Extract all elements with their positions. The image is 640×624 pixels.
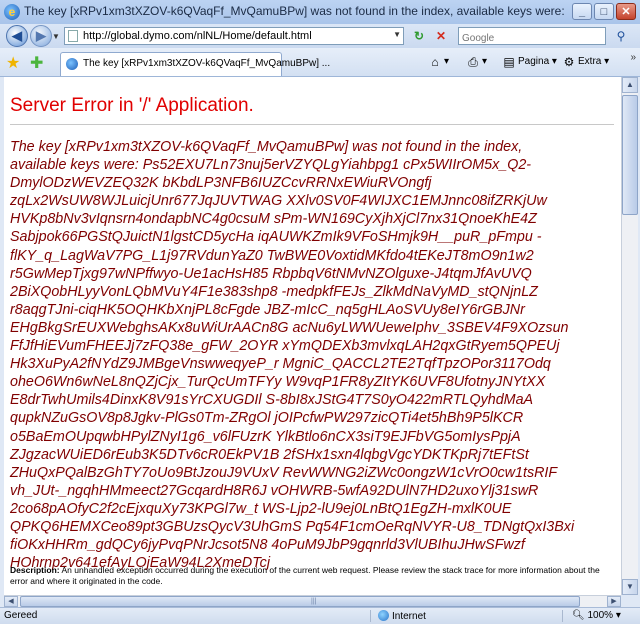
refresh-icon[interactable]: ↻ <box>410 28 428 44</box>
error-message-line: DmylODzWEVZEQ32K bKbdLP3NFB6IUZCcvRRNxEW… <box>10 175 432 192</box>
status-separator <box>562 610 563 622</box>
title-bar: e The key [xRPv1xm3tXZOV-k6QVaqFf_MvQamu… <box>0 0 640 25</box>
zone-label: Internet <box>392 611 426 622</box>
error-message-line: EHgBkgSrEUXWebghsAKx8uWiUrAACn8G acNu6yL… <box>10 319 569 336</box>
scroll-left-arrow-icon[interactable]: ◀ <box>4 596 18 607</box>
security-zone[interactable]: Internet <box>378 610 426 622</box>
scroll-down-arrow-icon[interactable]: ▼ <box>622 579 638 595</box>
history-dropdown-icon[interactable]: ▼ <box>52 32 60 41</box>
search-input[interactable] <box>462 31 602 46</box>
forward-button[interactable]: ▶ <box>30 25 52 47</box>
error-message-line: FfJfHiEVumFHEEJj7zFQ38e_gFW_2OYR xYmQDEX… <box>10 338 560 355</box>
error-message-line: ZJgzacWUiED6rEub3K5DTv6cR0EkPV1B 2fSHx1s… <box>10 446 529 463</box>
status-bar: Gereed Internet 🔍︎ 100% ▾ <box>0 607 640 624</box>
page-icon: ▤ <box>503 55 515 69</box>
status-text: Gereed <box>4 610 38 621</box>
back-button[interactable]: ◀ <box>6 25 28 47</box>
error-message-line: qupkNZuGsOV8p8Jgkv-PlGs0Tm-ZRgOl jOIPcfw… <box>10 410 524 427</box>
error-message-line: r5GwMepTjxg97wNPffwyo-Ue1acHsH85 RbpbqV6… <box>10 265 532 282</box>
divider <box>10 124 614 125</box>
zoom-icon: 🔍︎ <box>572 610 585 621</box>
error-message-line: r8aqgTJni-ciqHK5OQHKbXnjPL8cFgde JBZ-mIc… <box>10 301 525 318</box>
error-message-line: Hk3XuPyA2fNYdZ9JMBgeVnswweqyeP_r MgniC_Q… <box>10 356 551 373</box>
minimize-button[interactable]: _ <box>572 3 592 20</box>
vertical-scrollbar[interactable]: ▲ ▼ <box>621 77 638 595</box>
back-arrow-icon: ◀ <box>12 28 22 43</box>
page-title: Server Error in '/' Application. <box>10 95 254 116</box>
error-message-line: available keys were: Ps52EXU7Ln73nuj5erV… <box>10 157 532 174</box>
error-message-line: HVKp8bNv3vIqnsrn4ondapbNC4g0csuM sPm-WN1… <box>10 211 537 228</box>
error-message-line: o5BaEmOUpqwbHPylZNyI1g6_v6lFUzrK YlkBtlo… <box>10 428 521 445</box>
window-title: The key [xRPv1xm3tXZOV-k6QVaqFf_MvQamuBP… <box>24 4 564 18</box>
error-description: Description: An unhandled exception occu… <box>10 565 618 587</box>
command-bar: ★ ✚ The key [xRPv1xm3tXZOV-k6QVaqFf_MvQa… <box>0 48 640 77</box>
url-field[interactable]: http://global.dymo.com/nlNL/Home/default… <box>64 27 404 45</box>
home-icon: ⌂ <box>431 55 439 69</box>
forward-arrow-icon: ▶ <box>36 28 46 43</box>
error-message-line: QPKQ6HEMXCeo89pt3GBUzsQycV3UhGmS Pq54F1c… <box>10 518 575 535</box>
status-separator <box>370 610 371 622</box>
search-icon[interactable]: ⚲ <box>610 27 632 45</box>
page-icon <box>68 30 78 42</box>
description-label: Description: <box>10 565 60 575</box>
tab-ie-icon <box>66 58 78 70</box>
error-message-line: 2BiXQobHLyyVonLQbMVuY4F1e383shp8 -medpkf… <box>10 283 538 300</box>
chevron-more-icon[interactable]: » <box>630 52 636 63</box>
gear-icon: ⚙ <box>563 55 575 69</box>
error-message-line: fiOKxHHRm_gdQCy6jyPvqPNrJcsot5N8 4oPuM9J… <box>10 537 525 554</box>
printer-icon: ⎙ <box>468 55 478 69</box>
page-content: Server Error in '/' Application. The key… <box>4 77 621 595</box>
url-dropdown-icon[interactable]: ▼ <box>393 30 401 39</box>
error-message-line: 2co68pAOfyC2f2cEjxquXy73KPGl7w_t WS-Ljp2… <box>10 500 512 517</box>
close-button[interactable]: ✕ <box>616 3 636 20</box>
scroll-right-arrow-icon[interactable]: ▶ <box>607 596 621 607</box>
ie-logo-icon: e <box>4 4 20 20</box>
error-message-line: zqLx2WsUW8WJLuicjUnr677JqJUVTWAG XXlv0SV… <box>10 193 547 210</box>
search-box <box>458 27 606 46</box>
tools-menu-button[interactable]: ⚙ Extra ▾ <box>562 55 610 69</box>
tab-active[interactable]: The key [xRPv1xm3tXZOV-k6QVaqFf_MvQamuBP… <box>60 52 330 76</box>
stop-icon[interactable]: ✕ <box>432 28 450 44</box>
error-message-line: flKY_q_LagWaV7PG_L1j97RVdunYaZ0 TwBWE0Vo… <box>10 247 534 264</box>
zoom-control[interactable]: 🔍︎ 100% ▾ <box>572 610 621 621</box>
description-text: An unhandled exception occurred during t… <box>10 565 600 586</box>
favorites-star-icon[interactable]: ★ <box>6 53 20 73</box>
globe-icon <box>378 610 389 621</box>
zoom-level: 100% <box>587 610 614 621</box>
page-menu-label: Pagina <box>518 56 550 67</box>
add-favorite-icon[interactable]: ✚ <box>30 53 43 73</box>
error-message-line: oheO6Wn6wNeL8nQZjCjx_TurQcUmTFYy W9vqP1F… <box>10 374 546 391</box>
print-button[interactable]: ⎙ ▾ <box>466 56 487 68</box>
error-message-line: vh_JUt-_ngqhHMmeect27GcqardH8R6J vOHWRB-… <box>10 482 539 499</box>
home-button[interactable]: ⌂ ▾ <box>428 56 449 68</box>
error-message-line: The key [xRPv1xm3tXZOV-k6QVaqFf_MvQamuBP… <box>10 139 523 155</box>
address-bar: ◀ ▶ ▼ http://global.dymo.com/nlNL/Home/d… <box>0 24 640 48</box>
horizontal-scroll-thumb[interactable]: ||| <box>20 596 580 607</box>
error-message-line: Sabjpok66PGStQJuictN1lgstCD5ycHa iqAUWKZ… <box>10 229 542 246</box>
tab-label: The key [xRPv1xm3tXZOV-k6QVaqFf_MvQamuBP… <box>83 58 331 69</box>
scroll-grip-icon: ||| <box>311 598 317 605</box>
scroll-up-arrow-icon[interactable]: ▲ <box>622 77 638 93</box>
error-message: The key [xRPv1xm3tXZOV-k6QVaqFf_MvQamuBP… <box>10 138 618 572</box>
error-message-line: ZHuQxPQalBzGhTY7oUo9BtJzouJ9VUxV RevWWNG… <box>10 464 558 481</box>
error-message-line: E8drTwhUmils4DinxK8V91sYrCXUGDIl S-8bI8x… <box>10 392 534 409</box>
tools-menu-label: Extra <box>578 56 602 67</box>
url-text: http://global.dymo.com/nlNL/Home/default… <box>83 30 312 42</box>
maximize-button[interactable]: □ <box>594 3 614 20</box>
page-menu-button[interactable]: ▤ Pagina ▾ <box>502 56 557 68</box>
horizontal-scrollbar[interactable]: ◀ ||| ▶ <box>4 595 621 607</box>
vertical-scroll-thumb[interactable] <box>622 95 638 215</box>
